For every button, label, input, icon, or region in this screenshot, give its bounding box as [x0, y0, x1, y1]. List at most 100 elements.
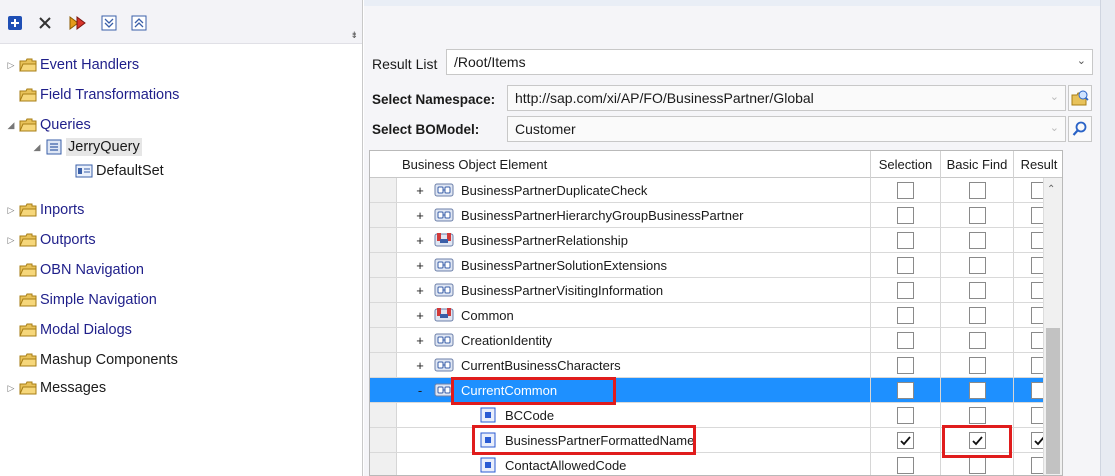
- expander-icon[interactable]: +: [411, 183, 429, 198]
- collapse-arrow-icon[interactable]: ◢: [30, 136, 44, 158]
- result-list-dropdown[interactable]: /Root/Items ⌄: [446, 49, 1093, 75]
- element-cell[interactable]: + CreationIdentity: [397, 328, 870, 352]
- table-row[interactable]: - CurrentCommon: [370, 378, 1062, 403]
- element-cell[interactable]: BCCode: [397, 403, 870, 427]
- expander-icon[interactable]: +: [411, 208, 429, 223]
- selection-checkbox[interactable]: [897, 431, 914, 449]
- element-cell[interactable]: + BusinessPartnerSolutionExtensions: [397, 253, 870, 277]
- expand-arrow-icon[interactable]: ▷: [4, 199, 18, 221]
- expand-arrow-icon[interactable]: ▷: [4, 229, 18, 251]
- tree-item-messages[interactable]: ▷ Messages: [4, 377, 107, 399]
- basic-find-checkbox[interactable]: [968, 356, 986, 374]
- element-cell[interactable]: + BusinessPartnerDuplicateCheck: [397, 178, 870, 202]
- bomodel-dropdown[interactable]: Customer ⌄: [507, 116, 1066, 142]
- tree-item-jerryquery[interactable]: ◢ JerryQuery: [30, 136, 142, 158]
- scroll-up-icon[interactable]: ⌃: [1047, 184, 1055, 195]
- selection-checkbox[interactable]: [897, 456, 914, 474]
- table-row[interactable]: + BusinessPartnerHierarchyGroupBusinessPa…: [370, 203, 1062, 228]
- basic-find-checkbox[interactable]: [968, 231, 986, 249]
- table-row[interactable]: + BusinessPartnerRelationship: [370, 228, 1062, 253]
- expander-icon[interactable]: +: [411, 333, 429, 348]
- tree-item-outports[interactable]: ▷ Outports: [4, 229, 96, 251]
- selection-checkbox[interactable]: [897, 181, 914, 199]
- table-row[interactable]: + BusinessPartnerDuplicateCheck: [370, 178, 1062, 203]
- column-header-element[interactable]: Business Object Element: [397, 151, 870, 178]
- tree-item-mashup-components[interactable]: Mashup Components: [4, 349, 178, 371]
- selection-checkbox[interactable]: [897, 406, 914, 424]
- scrollbar-thumb[interactable]: [1046, 328, 1060, 474]
- tree-item-field-transformations[interactable]: Field Transformations: [4, 84, 179, 106]
- basic-find-checkbox[interactable]: [968, 431, 986, 449]
- tree-item-obn-navigation[interactable]: OBN Navigation: [4, 259, 144, 281]
- basic-find-checkbox[interactable]: [968, 281, 986, 299]
- selection-checkbox[interactable]: [897, 206, 914, 224]
- expand-arrow-icon[interactable]: ▷: [4, 377, 18, 399]
- collapse-arrow-icon[interactable]: ◢: [4, 114, 18, 136]
- table-row[interactable]: + CurrentBusinessCharacters: [370, 353, 1062, 378]
- basic-find-checkbox[interactable]: [968, 306, 986, 324]
- tree-item-label: OBN Navigation: [40, 262, 144, 278]
- folder-icon: [18, 262, 38, 278]
- toolbar-overflow-icon[interactable]: ⇟: [350, 30, 358, 41]
- table-row[interactable]: + BusinessPartnerVisitingInformation: [370, 278, 1062, 303]
- tree-item-simple-navigation[interactable]: Simple Navigation: [4, 289, 157, 311]
- selection-checkbox[interactable]: [897, 281, 914, 299]
- selection-checkbox[interactable]: [897, 381, 914, 399]
- basic-find-checkbox[interactable]: [968, 406, 986, 424]
- search-bomodel-button[interactable]: [1068, 116, 1092, 142]
- tree-item-label: Inports: [40, 202, 85, 218]
- select-namespace-button[interactable]: [1068, 85, 1092, 111]
- expander-icon[interactable]: +: [411, 283, 429, 298]
- tree-item-queries[interactable]: ◢ Queries: [4, 114, 91, 136]
- element-cell[interactable]: BusinessPartnerFormattedName: [397, 428, 870, 452]
- basic-find-cell: [940, 328, 1013, 352]
- expander-icon[interactable]: +: [411, 308, 429, 323]
- expander-icon[interactable]: +: [411, 258, 429, 273]
- column-header-basic-find[interactable]: Basic Find: [940, 151, 1013, 178]
- association-icon: [433, 206, 455, 224]
- basic-find-checkbox[interactable]: [968, 456, 986, 474]
- selection-checkbox[interactable]: [897, 256, 914, 274]
- table-row[interactable]: BusinessPartnerFormattedName: [370, 428, 1062, 453]
- element-cell[interactable]: + BusinessPartnerHierarchyGroupBusinessPa…: [397, 203, 870, 227]
- element-cell[interactable]: + BusinessPartnerRelationship: [397, 228, 870, 252]
- tree-item-inports[interactable]: ▷ Inports: [4, 199, 85, 221]
- vertical-scrollbar[interactable]: ⌃: [1043, 178, 1062, 475]
- basic-find-cell: [940, 178, 1013, 202]
- collapse-all-icon[interactable]: [128, 12, 150, 34]
- basic-find-checkbox[interactable]: [968, 256, 986, 274]
- expander-icon[interactable]: -: [411, 383, 429, 398]
- column-header-result[interactable]: Result: [1013, 151, 1062, 178]
- basic-find-checkbox[interactable]: [968, 206, 986, 224]
- selection-checkbox[interactable]: [897, 356, 914, 374]
- element-cell[interactable]: + Common: [397, 303, 870, 327]
- table-row[interactable]: + BusinessPartnerSolutionExtensions: [370, 253, 1062, 278]
- selection-checkbox[interactable]: [897, 306, 914, 324]
- expand-all-icon[interactable]: [98, 12, 120, 34]
- expander-icon[interactable]: +: [411, 233, 429, 248]
- element-cell[interactable]: + CurrentBusinessCharacters: [397, 353, 870, 377]
- table-row[interactable]: + CreationIdentity: [370, 328, 1062, 353]
- delete-icon[interactable]: [34, 12, 56, 34]
- run-icon[interactable]: [66, 12, 88, 34]
- tree-item-label: Simple Navigation: [40, 292, 157, 308]
- element-cell[interactable]: + BusinessPartnerVisitingInformation: [397, 278, 870, 302]
- tree-item-event-handlers[interactable]: ▷ Event Handlers: [4, 54, 140, 76]
- basic-find-checkbox[interactable]: [968, 181, 986, 199]
- column-header-selection[interactable]: Selection: [870, 151, 940, 178]
- element-cell[interactable]: - CurrentCommon: [397, 378, 870, 402]
- element-cell[interactable]: ContactAllowedCode: [397, 453, 870, 475]
- basic-find-checkbox[interactable]: [968, 381, 986, 399]
- expand-arrow-icon[interactable]: ▷: [4, 54, 18, 76]
- expander-icon[interactable]: +: [411, 358, 429, 373]
- add-icon[interactable]: [4, 12, 26, 34]
- basic-find-checkbox[interactable]: [968, 331, 986, 349]
- tree-item-modal-dialogs[interactable]: Modal Dialogs: [4, 319, 132, 341]
- table-row[interactable]: BCCode: [370, 403, 1062, 428]
- table-row[interactable]: + Common: [370, 303, 1062, 328]
- selection-checkbox[interactable]: [897, 331, 914, 349]
- table-row[interactable]: ContactAllowedCode: [370, 453, 1062, 475]
- tree-item-defaultset[interactable]: DefaultSet: [60, 160, 164, 182]
- namespace-dropdown[interactable]: http://sap.com/xi/AP/FO/BusinessPartner/…: [507, 85, 1066, 111]
- selection-checkbox[interactable]: [897, 231, 914, 249]
